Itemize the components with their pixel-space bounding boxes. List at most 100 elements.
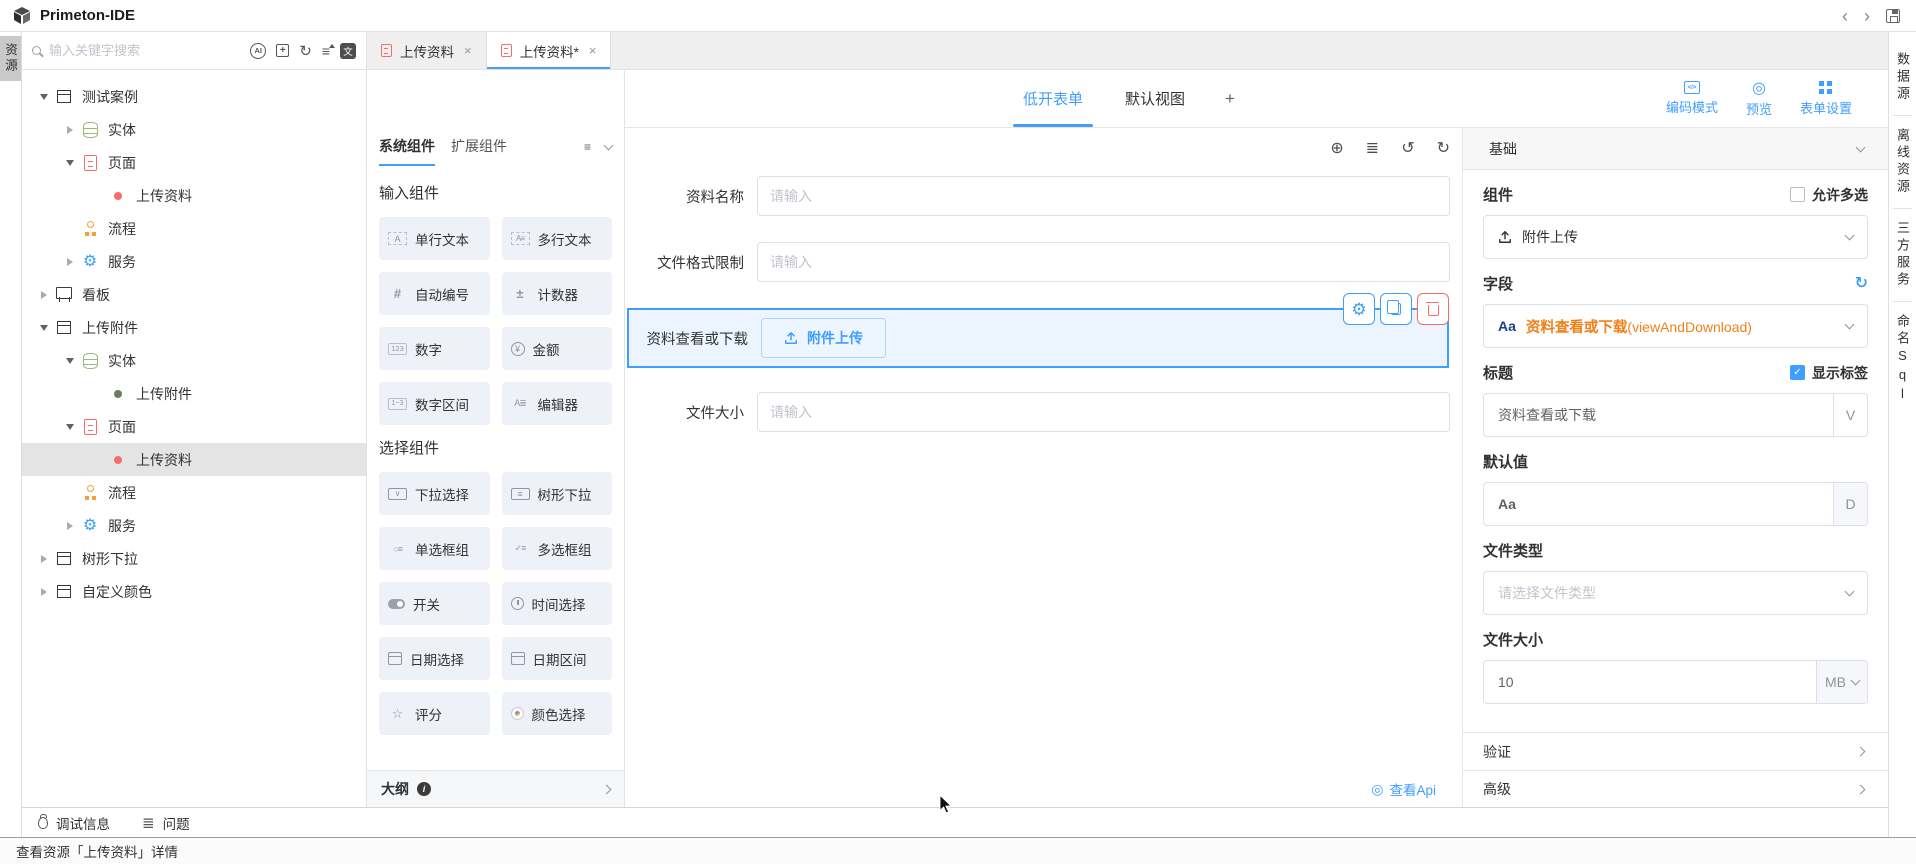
palette-item[interactable]: 树形下拉 bbox=[502, 472, 613, 515]
file-size-unit-select[interactable]: MB bbox=[1816, 661, 1867, 703]
palette-item[interactable]: 编辑器 bbox=[502, 382, 613, 425]
tree-item[interactable]: 服务 bbox=[22, 509, 366, 542]
document-tab[interactable]: 上传资料* × bbox=[487, 32, 612, 69]
nav-forward-icon[interactable]: › bbox=[1864, 7, 1870, 25]
palette-item[interactable]: 自动编号 bbox=[379, 272, 490, 315]
text-input[interactable]: 请输入 bbox=[757, 392, 1450, 432]
expand-arrow-icon[interactable] bbox=[36, 555, 52, 563]
new-resource-icon[interactable]: + bbox=[276, 44, 289, 57]
expand-arrow-icon[interactable] bbox=[62, 424, 78, 430]
expand-arrow-icon[interactable] bbox=[36, 325, 52, 331]
expand-arrow-icon[interactable] bbox=[62, 358, 78, 364]
title-input-suffix[interactable]: V bbox=[1833, 394, 1867, 436]
field-select[interactable]: Aa 资料查看或下载 (viewAndDownload) bbox=[1483, 304, 1868, 348]
debug-bar-item[interactable]: 问题 bbox=[142, 813, 190, 833]
debug-bar-item[interactable]: 调试信息 bbox=[38, 813, 110, 833]
add-view-button[interactable]: + bbox=[1219, 70, 1241, 127]
form-field-row[interactable]: 文件大小 请输入 bbox=[625, 392, 1450, 432]
palette-item[interactable]: 金额 bbox=[502, 327, 613, 370]
expand-arrow-icon[interactable] bbox=[62, 522, 78, 530]
default-value-input[interactable]: Aa D bbox=[1483, 482, 1868, 526]
dock-tab[interactable]: 三方服务 bbox=[1893, 208, 1912, 301]
text-input[interactable]: 请输入 bbox=[757, 176, 1450, 216]
tree-item[interactable]: 实体 bbox=[22, 113, 366, 146]
view-tab-lowcode-form[interactable]: 低开表单 bbox=[1015, 70, 1091, 127]
close-icon[interactable]: × bbox=[464, 43, 472, 58]
text-input[interactable]: 请输入 bbox=[757, 242, 1450, 282]
redo-icon[interactable]: ↻ bbox=[1437, 141, 1450, 157]
i18n-globe-icon[interactable]: ⊕ bbox=[1330, 141, 1343, 157]
dock-tab[interactable]: 命名Sql bbox=[1893, 301, 1912, 417]
tree-item[interactable]: 自定义颜色 bbox=[22, 575, 366, 608]
palette-item[interactable]: 单选框组 bbox=[379, 527, 490, 570]
expand-arrow-icon[interactable] bbox=[36, 94, 52, 100]
palette-item[interactable]: 计数器 bbox=[502, 272, 613, 315]
header-action-button[interactable]: 表单设置 bbox=[1800, 81, 1852, 117]
close-icon[interactable]: × bbox=[589, 43, 597, 58]
inspector-header-basic[interactable]: 基础 bbox=[1463, 128, 1888, 170]
view-api-link[interactable]: 查看Api bbox=[1389, 779, 1436, 799]
expand-arrow-icon[interactable] bbox=[36, 588, 52, 596]
file-type-select[interactable]: 请选择文件类型 bbox=[1483, 571, 1868, 615]
tree-item[interactable]: 流程 bbox=[22, 212, 366, 245]
chevron-down-icon[interactable] bbox=[604, 141, 614, 151]
tree-item[interactable]: 上传资料 bbox=[22, 443, 366, 476]
refresh-icon[interactable]: ↻ bbox=[299, 42, 312, 60]
palette-item[interactable]: 时间选择 bbox=[502, 582, 613, 625]
tree-item[interactable]: 流程 bbox=[22, 476, 366, 509]
inspector-section[interactable]: 高级 bbox=[1463, 770, 1888, 807]
tree-item[interactable]: 页面 bbox=[22, 410, 366, 443]
field-settings-button[interactable]: ⚙ bbox=[1343, 293, 1375, 325]
outline-list-icon[interactable]: ≣ bbox=[1366, 141, 1379, 157]
palette-item[interactable]: 数字 bbox=[379, 327, 490, 370]
palette-item[interactable]: 日期区间 bbox=[502, 637, 613, 680]
tab-system-components[interactable]: 系统组件 bbox=[379, 128, 435, 166]
sync-icon[interactable]: ↻ bbox=[1855, 276, 1868, 292]
expand-arrow-icon[interactable] bbox=[62, 160, 78, 166]
expand-arrow-icon[interactable] bbox=[36, 291, 52, 299]
show-label-checkbox[interactable]: ✓ bbox=[1790, 365, 1805, 380]
tree-item[interactable]: 上传附件 bbox=[22, 377, 366, 410]
default-value-suffix[interactable]: D bbox=[1833, 483, 1867, 525]
multi-select-checkbox[interactable] bbox=[1790, 187, 1805, 202]
tree-item[interactable]: 服务 bbox=[22, 245, 366, 278]
collapse-list-icon[interactable]: ≡ bbox=[322, 43, 330, 59]
palette-item[interactable]: 数字区间 bbox=[379, 382, 490, 425]
tree-item[interactable]: 看板 bbox=[22, 278, 366, 311]
search-input[interactable] bbox=[49, 43, 250, 58]
expand-arrow-icon[interactable] bbox=[62, 126, 78, 134]
save-icon[interactable] bbox=[1886, 9, 1900, 23]
tree-item[interactable]: 实体 bbox=[22, 344, 366, 377]
palette-item[interactable]: 日期选择 bbox=[379, 637, 490, 680]
tree-item[interactable]: 上传附件 bbox=[22, 311, 366, 344]
title-input[interactable]: 资料查看或下载 V bbox=[1483, 393, 1868, 437]
palette-item[interactable]: 开关 bbox=[379, 582, 490, 625]
dock-tab[interactable]: 离线资源 bbox=[1893, 115, 1912, 208]
tree-item[interactable]: 测试案例 bbox=[22, 80, 366, 113]
field-delete-button[interactable] bbox=[1417, 293, 1449, 325]
tree-item[interactable]: 上传资料 bbox=[22, 179, 366, 212]
form-field-row[interactable]: 资料名称 请输入 bbox=[625, 176, 1450, 216]
attachment-upload-button[interactable]: 附件上传 bbox=[761, 318, 886, 358]
header-action-button[interactable]: 编码模式 bbox=[1666, 81, 1718, 116]
tree-item[interactable]: 页面 bbox=[22, 146, 366, 179]
outline-bar[interactable]: 大纲 i bbox=[367, 770, 624, 807]
component-select[interactable]: 附件上传 bbox=[1483, 215, 1868, 259]
palette-item[interactable]: 评分 bbox=[379, 692, 490, 735]
palette-item[interactable]: 下拉选择 bbox=[379, 472, 490, 515]
palette-item[interactable]: 多选框组 bbox=[502, 527, 613, 570]
palette-item[interactable]: 多行文本 bbox=[502, 217, 613, 260]
view-tab-default-view[interactable]: 默认视图 bbox=[1117, 70, 1193, 127]
palette-item[interactable]: 颜色选择 bbox=[502, 692, 613, 735]
ai-icon[interactable]: AI bbox=[250, 43, 266, 59]
palette-menu-icon[interactable]: ≡ bbox=[584, 140, 591, 154]
dock-tab[interactable]: 数据源 bbox=[1893, 40, 1912, 115]
nav-back-icon[interactable]: ‹ bbox=[1842, 7, 1848, 25]
translate-icon[interactable]: 文 bbox=[340, 43, 356, 59]
expand-arrow-icon[interactable] bbox=[62, 258, 78, 266]
chevron-right-icon[interactable] bbox=[602, 784, 612, 794]
inspector-section[interactable]: 验证 bbox=[1463, 733, 1888, 770]
header-action-button[interactable]: 预览 bbox=[1746, 80, 1772, 118]
tree-item[interactable]: 树形下拉 bbox=[22, 542, 366, 575]
undo-icon[interactable]: ↺ bbox=[1401, 141, 1414, 157]
